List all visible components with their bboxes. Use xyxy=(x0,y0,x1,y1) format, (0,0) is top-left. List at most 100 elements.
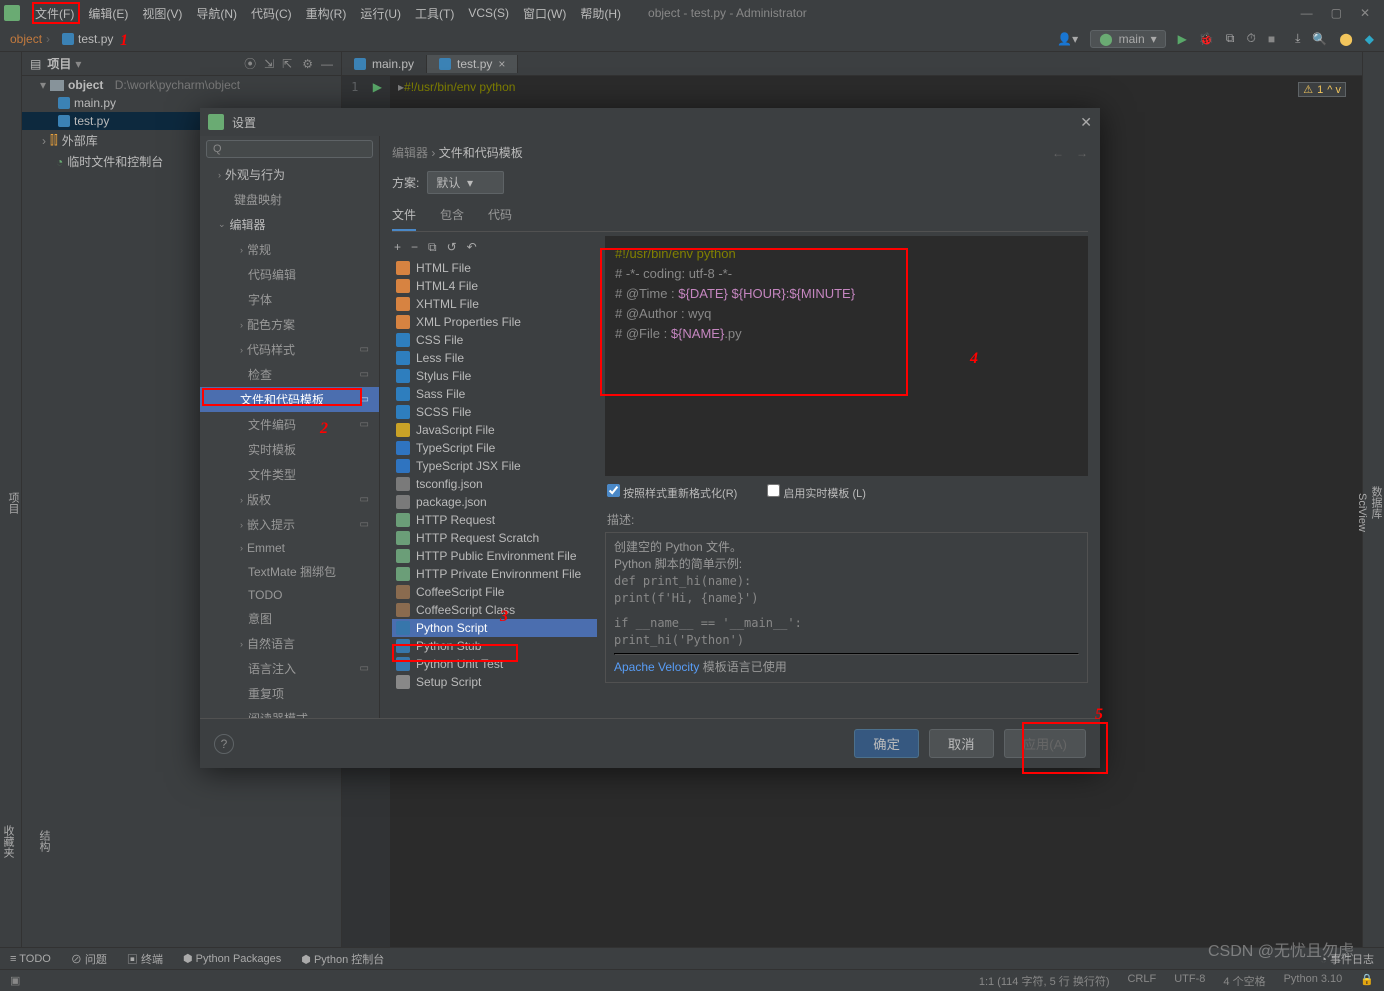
nav-general[interactable]: ›常规 xyxy=(200,237,379,262)
nav-inspections[interactable]: 检查▭ xyxy=(200,362,379,387)
menu-view[interactable]: 视图(V) xyxy=(135,5,189,22)
tw-events[interactable]: ◔ 事件日志 xyxy=(1320,951,1374,967)
run-config-dropdown[interactable]: ⬤main▾ xyxy=(1090,30,1165,48)
nav-appearance[interactable]: ›外观与行为 xyxy=(200,162,379,187)
cancel-button[interactable]: 取消 xyxy=(929,729,994,758)
nav-copyright[interactable]: ›版权▭ xyxy=(200,487,379,512)
template-item[interactable]: XHTML File xyxy=(392,295,597,313)
vcs-update-icon[interactable]: ⤓ xyxy=(1295,31,1300,46)
collapse-all-icon[interactable]: ⇱ xyxy=(282,57,292,71)
template-item[interactable]: HTTP Private Environment File xyxy=(392,565,597,583)
undo-icon[interactable]: ↶ xyxy=(467,240,477,255)
status-indent[interactable]: 4 个空格 xyxy=(1223,973,1265,989)
template-code[interactable]: #!/usr/bin/env python # -*- coding: utf-… xyxy=(605,236,1088,476)
velocity-link[interactable]: Apache Velocity xyxy=(614,660,699,674)
tab-includes[interactable]: 包含 xyxy=(440,202,464,231)
tab-files[interactable]: 文件 xyxy=(392,202,416,231)
nav-fwd-icon[interactable]: → xyxy=(1076,146,1088,160)
hide-icon[interactable]: — xyxy=(321,57,333,71)
reset-icon[interactable]: ↺ xyxy=(447,240,457,255)
template-item[interactable]: HTTP Public Environment File xyxy=(392,547,597,565)
template-item[interactable]: TypeScript File xyxy=(392,439,597,457)
settings-search[interactable]: Q xyxy=(206,140,373,158)
template-item[interactable]: HTTP Request Scratch xyxy=(392,529,597,547)
template-item[interactable]: HTTP Request xyxy=(392,511,597,529)
status-icon[interactable]: ▣ xyxy=(10,974,20,987)
debug-icon[interactable]: 🐞 xyxy=(1199,32,1214,46)
run-icon[interactable]: ▶ xyxy=(1178,32,1187,46)
template-item[interactable]: CoffeeScript Class xyxy=(392,601,597,619)
nav-keymap[interactable]: 键盘映射 xyxy=(200,187,379,212)
project-label[interactable]: 项目 xyxy=(47,55,71,72)
template-item[interactable]: Python Stub xyxy=(392,637,597,655)
stop-icon[interactable]: ■ xyxy=(1268,32,1275,46)
nav-code-style[interactable]: ›代码样式▭ xyxy=(200,337,379,362)
nav-reader[interactable]: 阅读器模式 xyxy=(200,706,379,718)
help-icon[interactable]: ? xyxy=(214,734,234,754)
reformat-checkbox[interactable]: 按照样式重新格式化(R) xyxy=(607,484,737,501)
nav-live-templates[interactable]: 实时模板 xyxy=(200,437,379,462)
maximize-icon[interactable]: ▢ xyxy=(1331,6,1342,20)
menu-edit[interactable]: 编辑(E) xyxy=(81,5,135,22)
close-tab-icon[interactable]: × xyxy=(498,57,505,71)
tw-python-packages[interactable]: ⬢ Python Packages xyxy=(183,952,281,965)
ide-settings-icon[interactable]: ⬤ xyxy=(1339,32,1352,46)
nav-font[interactable]: 字体 xyxy=(200,287,379,312)
template-item[interactable]: JavaScript File xyxy=(392,421,597,439)
menu-help[interactable]: 帮助(H) xyxy=(573,5,628,22)
menu-refactor[interactable]: 重构(R) xyxy=(299,5,354,22)
nav-textmate[interactable]: TextMate 捆绑包 xyxy=(200,559,379,584)
template-item[interactable]: CoffeeScript File xyxy=(392,583,597,601)
tw-python-console[interactable]: ⬢ Python 控制台 xyxy=(301,951,384,967)
scheme-dropdown[interactable]: 默认 ▾ xyxy=(427,171,504,194)
breadcrumb-root[interactable]: object xyxy=(10,32,42,46)
tw-todo[interactable]: ≡ TODO xyxy=(10,953,51,965)
remove-icon[interactable]: − xyxy=(411,240,418,255)
add-icon[interactable]: + xyxy=(394,240,401,255)
inspection-badge[interactable]: ⚠ 1 ^ v xyxy=(1298,82,1346,97)
nav-back-icon[interactable]: ← xyxy=(1052,146,1064,160)
template-item[interactable]: Less File xyxy=(392,349,597,367)
left-rail-favorites[interactable]: 收藏夹 xyxy=(0,825,16,858)
menu-window[interactable]: 窗口(W) xyxy=(516,5,573,22)
csdn-icon[interactable]: ◆ xyxy=(1365,32,1374,46)
left-rail-structure[interactable]: 结构 xyxy=(36,830,52,852)
template-item[interactable]: CSS File xyxy=(392,331,597,349)
nav-color-scheme[interactable]: ›配色方案 xyxy=(200,312,379,337)
nav-templates[interactable]: 文件和代码模板▭ xyxy=(200,387,379,412)
template-item[interactable]: TypeScript JSX File xyxy=(392,457,597,475)
right-rail-sciview[interactable]: SciView xyxy=(1356,78,1368,947)
menu-tools[interactable]: 工具(T) xyxy=(408,5,461,22)
dialog-close-icon[interactable]: ✕ xyxy=(1080,114,1092,131)
nav-inlay[interactable]: ›嵌入提示▭ xyxy=(200,512,379,537)
nav-dup[interactable]: 重复项 xyxy=(200,681,379,706)
tab-code[interactable]: 代码 xyxy=(488,202,512,231)
nav-emmet[interactable]: ›Emmet xyxy=(200,537,379,559)
status-python[interactable]: Python 3.10 xyxy=(1284,973,1343,989)
nav-file-encoding[interactable]: 文件编码▭ xyxy=(200,412,379,437)
copy-icon[interactable]: ⧉ xyxy=(428,240,437,255)
select-opened-icon[interactable]: ⦿ xyxy=(244,55,256,72)
menu-file[interactable]: 文件(F) xyxy=(28,5,81,22)
tab-test[interactable]: test.py× xyxy=(427,55,518,73)
minimize-icon[interactable]: — xyxy=(1301,6,1313,20)
right-rail-database[interactable]: 数据库 xyxy=(1368,58,1384,947)
menu-run[interactable]: 运行(U) xyxy=(353,5,408,22)
template-item[interactable]: Sass File xyxy=(392,385,597,403)
template-item[interactable]: HTML4 File xyxy=(392,277,597,295)
tab-main[interactable]: main.py xyxy=(342,55,427,73)
user-icon[interactable]: 👤▾ xyxy=(1057,32,1078,46)
live-checkbox[interactable]: 启用实时模板 (L) xyxy=(767,484,866,501)
search-everywhere-icon[interactable]: 🔍 xyxy=(1312,32,1327,46)
template-item[interactable]: HTML File xyxy=(392,259,597,277)
ok-button[interactable]: 确定 xyxy=(854,729,919,758)
profile-icon[interactable]: ⏱ xyxy=(1246,31,1255,46)
tw-terminal[interactable]: ▣ 终端 xyxy=(127,951,163,967)
template-item[interactable]: XML Properties File xyxy=(392,313,597,331)
nav-todo[interactable]: TODO xyxy=(200,584,379,606)
status-encoding[interactable]: UTF-8 xyxy=(1174,973,1205,989)
gear-icon[interactable]: ⚙ xyxy=(302,57,313,71)
template-item[interactable]: Setup Script xyxy=(392,673,597,691)
nav-intentions[interactable]: 意图 xyxy=(200,606,379,631)
nav-file-types[interactable]: 文件类型 xyxy=(200,462,379,487)
